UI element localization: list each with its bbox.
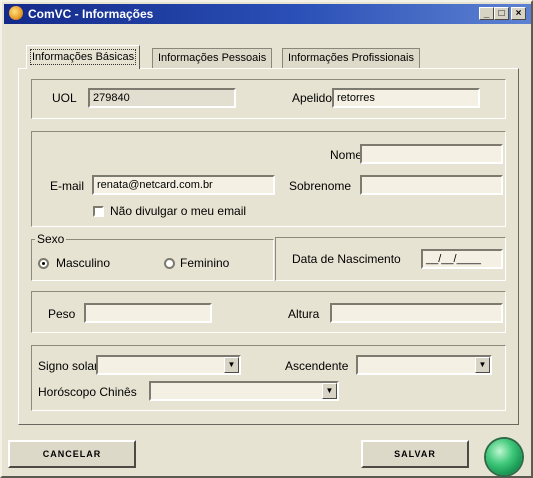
ascendente-label: Ascendente bbox=[285, 359, 349, 373]
account-panel: UOL 279840 Apelido retorres bbox=[31, 79, 506, 119]
uol-label: UOL bbox=[52, 91, 77, 105]
feminino-label[interactable]: Feminino bbox=[180, 256, 229, 270]
medidas-panel: Peso Altura bbox=[31, 291, 506, 333]
tab-label: Informações Pessoais bbox=[158, 52, 267, 64]
nome-label: Nome bbox=[330, 148, 363, 162]
tab-informacoes-profissionais[interactable]: Informações Profissionais bbox=[282, 48, 420, 68]
peso-label: Peso bbox=[48, 307, 76, 321]
tab-label: Informações Básicas bbox=[29, 49, 137, 65]
apelido-label: Apelido bbox=[292, 91, 333, 105]
radio-feminino[interactable] bbox=[164, 258, 175, 269]
minimize-button[interactable]: _ bbox=[479, 7, 494, 20]
close-button[interactable]: × bbox=[511, 7, 526, 20]
status-light-icon bbox=[486, 439, 522, 475]
apelido-field[interactable]: retorres bbox=[332, 88, 480, 108]
signo-select[interactable]: ▼ bbox=[96, 355, 241, 375]
ascendente-dropdown-icon[interactable]: ▼ bbox=[475, 357, 490, 373]
nascimento-panel: Data de Nascimento __/__/____ bbox=[275, 237, 506, 281]
astro-panel: Signo solar ▼ Ascendente ▼ Horóscopo Chi… bbox=[31, 345, 506, 411]
email-field[interactable]: renata@netcard.com.br bbox=[92, 175, 275, 195]
tab-label: Informações Profissionais bbox=[288, 52, 414, 64]
nome-field[interactable] bbox=[360, 144, 503, 164]
email-label: E-mail bbox=[50, 179, 85, 193]
tab-informacoes-pessoais[interactable]: Informações Pessoais bbox=[152, 48, 273, 68]
altura-label: Altura bbox=[288, 307, 320, 321]
hide-email-checkbox[interactable] bbox=[93, 206, 104, 217]
save-button[interactable]: SALVAR bbox=[361, 440, 469, 468]
nascimento-field[interactable]: __/__/____ bbox=[421, 249, 503, 269]
hide-email-label[interactable]: Não divulgar o meu email bbox=[110, 204, 246, 218]
sexo-title: Sexo bbox=[35, 232, 67, 246]
signo-dropdown-icon[interactable]: ▼ bbox=[224, 357, 239, 373]
app-window: ComVC - Informações _ □ × Informações Bá… bbox=[0, 0, 533, 478]
chines-label: Horóscopo Chinês bbox=[38, 385, 137, 399]
app-icon bbox=[9, 6, 23, 20]
sobrenome-label: Sobrenome bbox=[289, 179, 352, 193]
sobrenome-field[interactable] bbox=[360, 175, 503, 195]
tab-page: UOL 279840 Apelido retorres Nome E-mail … bbox=[18, 68, 519, 425]
nascimento-label: Data de Nascimento bbox=[292, 252, 401, 266]
sexo-group: Sexo Masculino Feminino bbox=[31, 232, 274, 281]
chines-dropdown-icon[interactable]: ▼ bbox=[322, 383, 337, 399]
tab-informacoes-basicas[interactable]: Informações Básicas bbox=[26, 45, 141, 69]
masculino-label[interactable]: Masculino bbox=[56, 256, 110, 270]
maximize-button[interactable]: □ bbox=[494, 7, 509, 20]
chines-select[interactable]: ▼ bbox=[149, 381, 339, 401]
contact-panel: Nome E-mail renata@netcard.com.br Sobren… bbox=[31, 131, 506, 227]
altura-field[interactable] bbox=[330, 303, 503, 323]
radio-masculino[interactable] bbox=[38, 258, 49, 269]
uol-field: 279840 bbox=[88, 88, 236, 108]
ascendente-select[interactable]: ▼ bbox=[356, 355, 492, 375]
window-title: ComVC - Informações bbox=[28, 7, 154, 21]
signo-label: Signo solar bbox=[38, 359, 99, 373]
cancel-button[interactable]: CANCELAR bbox=[8, 440, 136, 468]
title-bar[interactable]: ComVC - Informações _ □ × bbox=[4, 4, 531, 24]
peso-field[interactable] bbox=[84, 303, 212, 323]
